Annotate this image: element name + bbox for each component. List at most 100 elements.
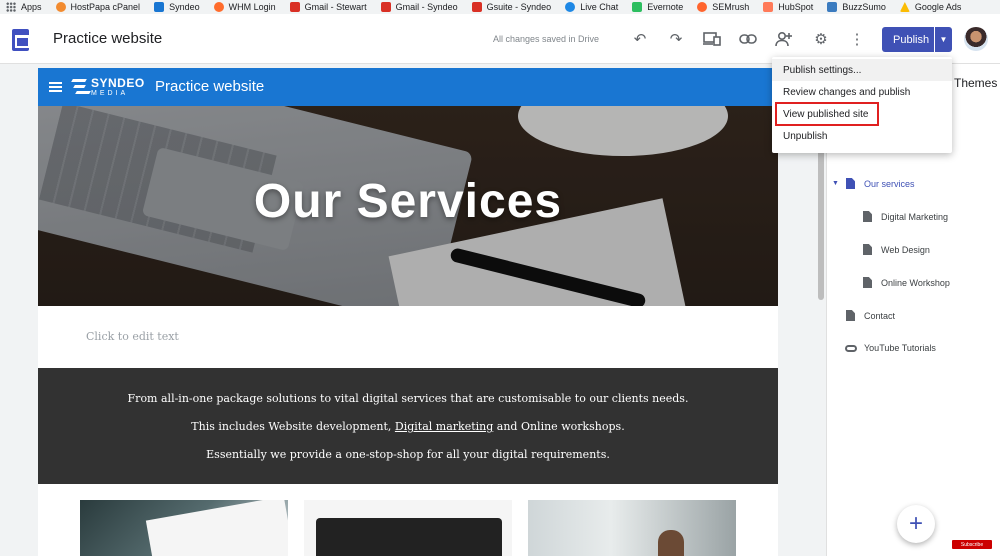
- site-name[interactable]: Practice website: [53, 30, 162, 47]
- google-ads-icon: [899, 2, 910, 12]
- page-item-our-services[interactable]: Our services: [846, 178, 915, 189]
- gear-icon: ⚙: [814, 31, 828, 48]
- bookmark-label: Gmail - Stewart: [304, 2, 367, 12]
- menu-item-unpublish[interactable]: Unpublish: [772, 125, 952, 147]
- services-line-1: From all-in-one package solutions to vit…: [127, 392, 689, 405]
- bookmark-label: Google Ads: [914, 2, 962, 12]
- syndeo-logo-icon: [71, 77, 91, 97]
- page-item-online-workshop[interactable]: Online Workshop: [863, 277, 950, 288]
- hero-title[interactable]: Our Services: [38, 174, 778, 229]
- menu-item-label: Review changes and publish: [783, 86, 911, 98]
- syndeo-icon: [154, 2, 165, 12]
- copy-link-button[interactable]: [738, 29, 758, 49]
- menu-item-publish-settings[interactable]: Publish settings...: [772, 59, 952, 81]
- page-icon: [846, 310, 855, 321]
- bookmark-label: WHM Login: [228, 2, 276, 12]
- menu-item-label: Publish settings...: [783, 64, 862, 76]
- menu-icon[interactable]: [49, 82, 62, 92]
- add-person-icon: [775, 31, 792, 47]
- page-item-contact[interactable]: Contact: [846, 310, 895, 321]
- bookmark-label: Live Chat: [580, 2, 619, 12]
- bookmark-buzzsumo[interactable]: BuzzSumo: [827, 2, 886, 12]
- link-icon: [739, 34, 757, 44]
- devices-icon: [703, 32, 721, 46]
- caret-down-icon: ▼: [939, 35, 948, 44]
- site-canvas: SYNDEO MEDIA Practice website Our Servic…: [38, 68, 778, 556]
- bookmarks-bar: Apps HostPapa cPanel Syndeo WHM Login Gm…: [0, 0, 1000, 14]
- tab-themes[interactable]: Themes: [954, 76, 997, 90]
- annotation-highlight-box: [775, 102, 879, 126]
- digital-marketing-link[interactable]: Digital marketing: [395, 420, 493, 433]
- bookmark-hubspot[interactable]: HubSpot: [763, 2, 813, 12]
- bookmark-label: Gmail - Syndeo: [395, 2, 458, 12]
- service-image-workshop[interactable]: [528, 500, 736, 556]
- bookmark-label: SEMrush: [712, 2, 750, 12]
- bookmark-hostpapa[interactable]: HostPapa cPanel: [55, 2, 140, 12]
- edit-text-placeholder[interactable]: Click to edit text: [86, 330, 179, 343]
- preview-button[interactable]: [702, 29, 722, 49]
- google-sites-icon[interactable]: [12, 29, 30, 51]
- page-label: YouTube Tutorials: [864, 343, 936, 353]
- link-icon: [845, 344, 857, 352]
- plus-icon: +: [908, 510, 923, 537]
- site-logo[interactable]: SYNDEO MEDIA: [91, 77, 145, 97]
- gmail-icon: [380, 2, 391, 12]
- publish-dropdown-button[interactable]: ▼: [934, 27, 952, 52]
- bookmark-apps[interactable]: Apps: [0, 2, 42, 12]
- page-label: Contact: [864, 310, 896, 321]
- gmail-icon: [471, 2, 482, 12]
- share-button[interactable]: [774, 29, 794, 49]
- site-title[interactable]: Practice website: [155, 78, 264, 95]
- publish-label: Publish: [893, 33, 930, 46]
- bookmark-syndeo[interactable]: Syndeo: [154, 2, 200, 12]
- live-chat-icon: [565, 2, 576, 12]
- bookmark-label: Gsuite - Syndeo: [486, 2, 552, 12]
- settings-button[interactable]: ⚙: [811, 29, 831, 49]
- page-label: Digital Marketing: [881, 211, 949, 222]
- services-text-section[interactable]: From all-in-one package solutions to vit…: [38, 368, 778, 484]
- services-line-3: Essentially we provide a one-stop-shop f…: [206, 448, 610, 461]
- bookmark-label: Syndeo: [169, 2, 200, 12]
- expand-caret-icon[interactable]: ▼: [832, 180, 839, 187]
- bookmark-gmail-stewart[interactable]: Gmail - Stewart: [289, 2, 367, 12]
- page-item-web-design[interactable]: Web Design: [863, 244, 930, 255]
- redo-button[interactable]: ↷: [666, 29, 686, 49]
- undo-icon: ↶: [633, 31, 647, 48]
- bookmark-evernote[interactable]: Evernote: [632, 2, 683, 12]
- gmail-icon: [289, 2, 300, 12]
- service-image-laptop[interactable]: [304, 500, 512, 556]
- page-icon: [846, 178, 855, 189]
- bookmark-label: HubSpot: [778, 2, 814, 12]
- buzzsumo-icon: [827, 2, 838, 12]
- page-item-digital-marketing[interactable]: Digital Marketing: [863, 211, 948, 222]
- bookmark-gsuite[interactable]: Gsuite - Syndeo: [471, 2, 552, 12]
- page-label: Online Workshop: [881, 277, 950, 288]
- hero-banner[interactable]: Our Services: [38, 106, 778, 306]
- evernote-icon: [632, 2, 643, 12]
- more-vert-icon: ⋮: [849, 31, 865, 48]
- page-label: Web Design: [881, 244, 930, 255]
- subscribe-badge[interactable]: Subscribe: [952, 540, 992, 549]
- page-icon: [863, 244, 872, 255]
- apps-grid-icon: [6, 2, 16, 12]
- logo-line-1: SYNDEO: [91, 76, 145, 90]
- page-item-youtube-tutorials[interactable]: YouTube Tutorials: [845, 343, 936, 353]
- bookmark-label: Evernote: [647, 2, 684, 12]
- avatar[interactable]: [964, 27, 988, 51]
- bookmark-semrush[interactable]: SEMrush: [697, 2, 749, 12]
- bookmark-whm[interactable]: WHM Login: [213, 2, 276, 12]
- bookmark-gmail-syndeo[interactable]: Gmail - Syndeo: [380, 2, 458, 12]
- cpanel-icon: [213, 2, 224, 12]
- service-image-analytics[interactable]: [80, 500, 288, 556]
- undo-button[interactable]: ↶: [630, 29, 650, 49]
- redo-icon: ↷: [669, 31, 683, 48]
- add-page-button[interactable]: +: [897, 505, 935, 543]
- bookmark-google-ads[interactable]: Google Ads: [899, 2, 962, 12]
- menu-item-review-and-publish[interactable]: Review changes and publish: [772, 81, 952, 103]
- page-label: Our services: [864, 178, 915, 189]
- bookmark-live-chat[interactable]: Live Chat: [565, 2, 618, 12]
- logo-line-2: MEDIA: [91, 90, 129, 97]
- page-icon: [863, 277, 872, 288]
- bookmark-label: Apps: [21, 2, 42, 12]
- more-options-button[interactable]: ⋮: [847, 29, 867, 49]
